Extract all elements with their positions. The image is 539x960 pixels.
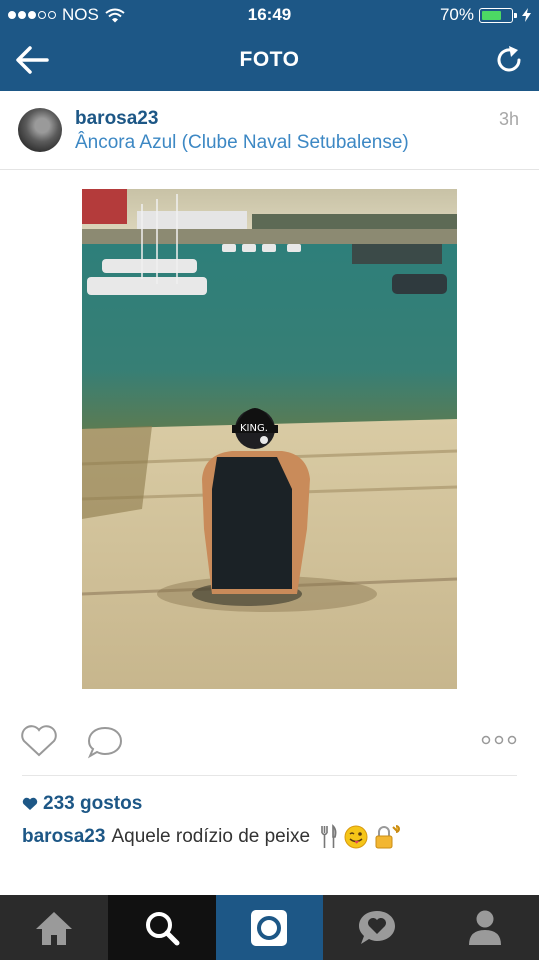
page-title: FOTO [239, 48, 300, 71]
tab-home[interactable] [0, 895, 108, 960]
battery-percent: 70% [439, 5, 474, 24]
tab-profile[interactable] [431, 895, 539, 960]
post-header: barosa23 Âncora Azul (Clube Naval Setuba… [0, 92, 539, 170]
likes-count[interactable]: 233 gostos [22, 793, 142, 815]
post-photo[interactable]: KING. [82, 189, 457, 689]
heart-icon [22, 797, 38, 810]
divider [22, 775, 517, 776]
post-time: 3h [498, 109, 519, 129]
fork-knife-icon [321, 824, 337, 848]
more-options-button[interactable] [481, 734, 517, 746]
cap-text: KING. [240, 423, 268, 434]
home-icon [35, 911, 72, 945]
winking-tongue-face-icon [344, 825, 368, 849]
post-username[interactable]: barosa23 [75, 108, 158, 130]
avatar[interactable] [18, 108, 62, 152]
search-icon [145, 911, 180, 945]
tab-activity[interactable] [323, 895, 431, 960]
nav-bar: FOTO [0, 30, 539, 91]
post-location[interactable]: Âncora Azul (Clube Naval Setubalense) [75, 132, 409, 154]
status-bar: NOS 16:49 70% [0, 0, 539, 30]
caption: barosa23 Aquele rodízio de peixe [22, 824, 400, 850]
profile-icon [469, 910, 502, 945]
charging-bolt-icon [522, 8, 531, 22]
tab-bar [0, 895, 539, 960]
camera-icon [251, 909, 288, 946]
battery-icon [479, 7, 517, 23]
comment-button[interactable] [86, 724, 124, 760]
caption-username[interactable]: barosa23 [22, 826, 105, 848]
like-button[interactable] [19, 724, 59, 758]
top-bar: NOS 16:49 70% FOTO [0, 0, 539, 91]
battery-status: 70% [440, 5, 531, 25]
heart-bubble-icon [359, 910, 396, 944]
lock-key-icon [375, 825, 400, 849]
caption-text: Aquele rodízio de peixe [111, 826, 311, 847]
refresh-button[interactable] [493, 44, 525, 76]
likes-text: 233 gostos [43, 793, 143, 814]
caption-emojis [320, 824, 400, 850]
post-actions [0, 722, 539, 762]
tab-explore[interactable] [107, 895, 216, 960]
tab-camera[interactable] [215, 895, 324, 960]
